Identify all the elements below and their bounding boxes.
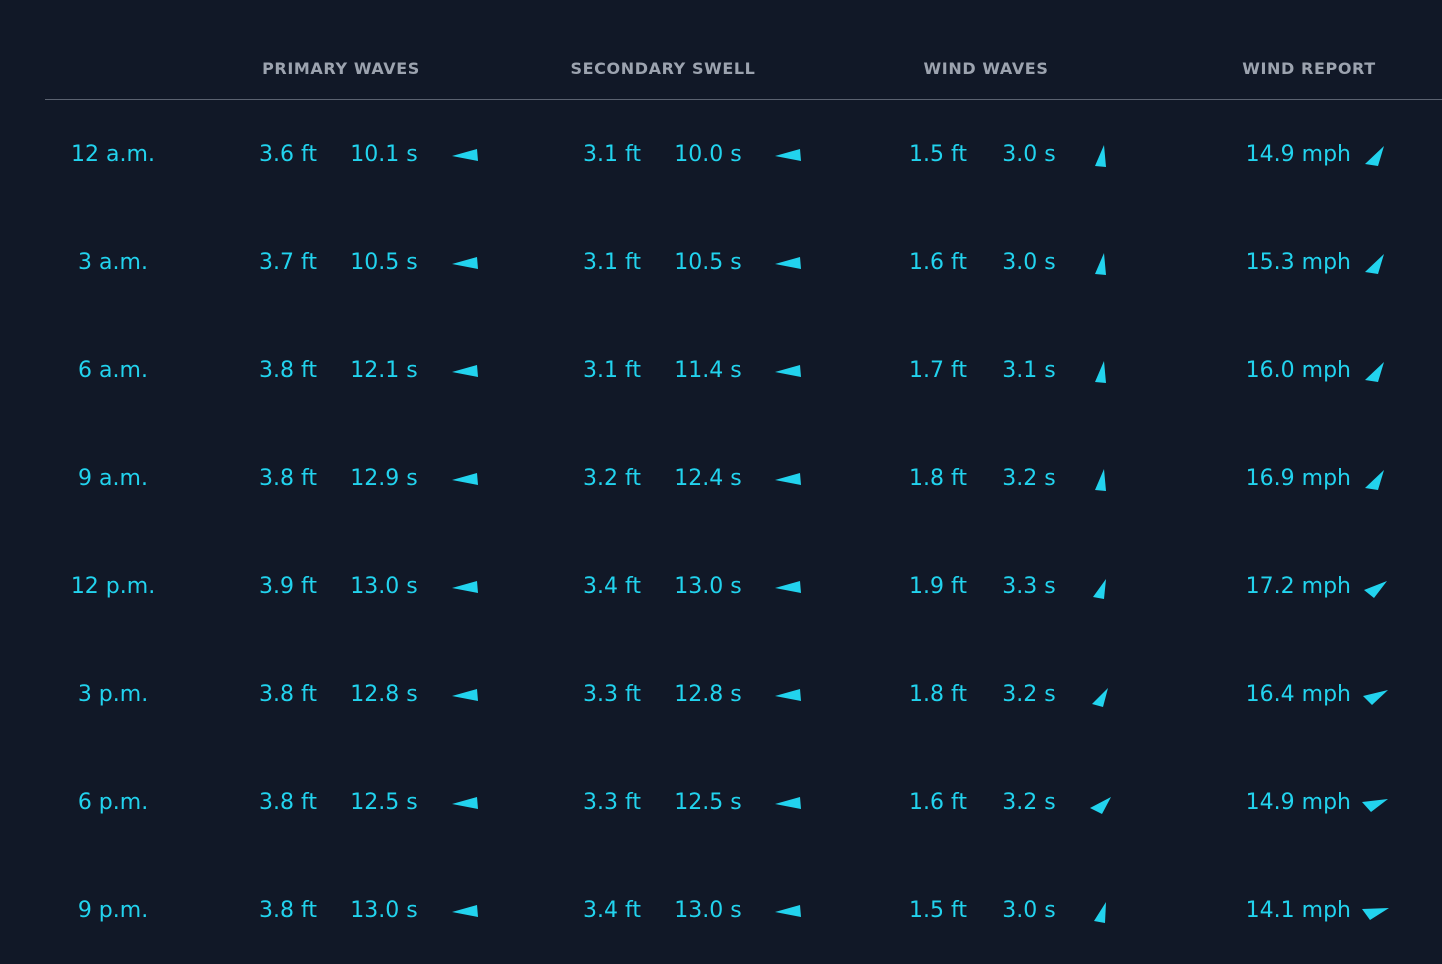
secondary-direction-arrow-icon	[773, 792, 803, 816]
windwave-direction-arrow-icon	[1086, 360, 1116, 384]
windwave-direction-arrow-icon	[1086, 144, 1116, 168]
table-row: 9 a.m. 3.8 ft 12.9 s 3.2 ft 12.4 s 1.8 f…	[0, 424, 1442, 532]
primary-direction-arrow-icon	[450, 360, 480, 384]
secondary-period: 12.8 s	[674, 682, 742, 707]
windwave-period: 3.1 s	[1002, 358, 1056, 383]
row-time: 3 p.m.	[77, 682, 149, 707]
windwave-direction-arrow-icon	[1086, 684, 1116, 708]
wind-speed: 16.4 mph	[1245, 682, 1351, 707]
windwave-period: 3.3 s	[1002, 574, 1056, 599]
windwave-period: 3.0 s	[1002, 250, 1056, 275]
wind-speed: 14.9 mph	[1245, 142, 1351, 167]
row-time: 12 p.m.	[70, 574, 156, 599]
windwave-period: 3.0 s	[1002, 142, 1056, 167]
primary-direction-arrow-icon	[450, 144, 480, 168]
windwave-direction-arrow-icon	[1086, 792, 1116, 816]
primary-direction-arrow-icon	[450, 900, 480, 924]
table-header: PRIMARY WAVES SECONDARY SWELL WIND WAVES…	[0, 0, 1442, 100]
primary-period: 10.1 s	[350, 142, 418, 167]
table-row: 12 a.m. 3.6 ft 10.1 s 3.1 ft 10.0 s 1.5 …	[0, 100, 1442, 208]
primary-period: 13.0 s	[350, 574, 418, 599]
table-row: 6 p.m. 3.8 ft 12.5 s 3.3 ft 12.5 s 1.6 f…	[0, 748, 1442, 856]
table-row: 12 p.m. 3.9 ft 13.0 s 3.4 ft 13.0 s 1.9 …	[0, 532, 1442, 640]
wind-speed: 16.9 mph	[1245, 466, 1351, 491]
wind-direction-arrow-icon	[1360, 468, 1390, 492]
wind-direction-arrow-icon	[1360, 576, 1390, 600]
primary-period: 12.1 s	[350, 358, 418, 383]
wind-direction-arrow-icon	[1360, 144, 1390, 168]
primary-direction-arrow-icon	[450, 684, 480, 708]
wind-direction-arrow-icon	[1360, 792, 1390, 816]
primary-direction-arrow-icon	[450, 468, 480, 492]
row-time: 6 p.m.	[77, 790, 149, 815]
primary-direction-arrow-icon	[450, 252, 480, 276]
windwave-period: 3.2 s	[1002, 466, 1056, 491]
windwave-period: 3.2 s	[1002, 682, 1056, 707]
secondary-direction-arrow-icon	[773, 252, 803, 276]
secondary-period: 13.0 s	[674, 574, 742, 599]
wind-direction-arrow-icon	[1360, 360, 1390, 384]
wind-direction-arrow-icon	[1360, 900, 1390, 924]
header-secondary-swell: SECONDARY SWELL	[570, 59, 756, 78]
wind-direction-arrow-icon	[1360, 684, 1390, 708]
secondary-direction-arrow-icon	[773, 576, 803, 600]
row-time: 3 a.m.	[78, 250, 148, 275]
windwave-direction-arrow-icon	[1086, 576, 1116, 600]
windwave-period: 3.0 s	[1002, 898, 1056, 923]
table-row: 6 a.m. 3.8 ft 12.1 s 3.1 ft 11.4 s 1.7 f…	[0, 316, 1442, 424]
primary-period: 13.0 s	[350, 898, 418, 923]
row-time: 9 p.m.	[77, 898, 149, 923]
row-time: 6 a.m.	[78, 358, 148, 383]
primary-direction-arrow-icon	[450, 792, 480, 816]
secondary-direction-arrow-icon	[773, 900, 803, 924]
row-time: 9 a.m.	[78, 466, 148, 491]
table-row: 3 a.m. 3.7 ft 10.5 s 3.1 ft 10.5 s 1.6 f…	[0, 208, 1442, 316]
wind-direction-arrow-icon	[1360, 252, 1390, 276]
primary-period: 12.5 s	[350, 790, 418, 815]
wind-speed: 14.1 mph	[1245, 898, 1351, 923]
secondary-direction-arrow-icon	[773, 468, 803, 492]
header-wind-waves: WIND WAVES	[923, 59, 1049, 78]
forecast-table: 12 a.m. 3.6 ft 10.1 s 3.1 ft 10.0 s 1.5 …	[0, 100, 1442, 964]
wind-speed: 15.3 mph	[1245, 250, 1351, 275]
secondary-direction-arrow-icon	[773, 144, 803, 168]
table-row: 3 p.m. 3.8 ft 12.8 s 3.3 ft 12.8 s 1.8 f…	[0, 640, 1442, 748]
header-primary-waves: PRIMARY WAVES	[262, 59, 420, 78]
windwave-direction-arrow-icon	[1086, 468, 1116, 492]
windwave-direction-arrow-icon	[1086, 252, 1116, 276]
row-time: 12 a.m.	[71, 142, 155, 167]
secondary-direction-arrow-icon	[773, 684, 803, 708]
secondary-period: 12.5 s	[674, 790, 742, 815]
secondary-direction-arrow-icon	[773, 360, 803, 384]
secondary-period: 11.4 s	[674, 358, 742, 383]
header-wind-report: WIND REPORT	[1242, 59, 1376, 78]
windwave-direction-arrow-icon	[1086, 900, 1116, 924]
secondary-period: 13.0 s	[674, 898, 742, 923]
primary-period: 10.5 s	[350, 250, 418, 275]
primary-direction-arrow-icon	[450, 576, 480, 600]
primary-period: 12.8 s	[350, 682, 418, 707]
windwave-period: 3.2 s	[1002, 790, 1056, 815]
primary-period: 12.9 s	[350, 466, 418, 491]
wind-speed: 16.0 mph	[1245, 358, 1351, 383]
secondary-period: 10.0 s	[674, 142, 742, 167]
secondary-period: 12.4 s	[674, 466, 742, 491]
secondary-period: 10.5 s	[674, 250, 742, 275]
table-row: 9 p.m. 3.8 ft 13.0 s 3.4 ft 13.0 s 1.5 f…	[0, 856, 1442, 964]
wind-speed: 14.9 mph	[1245, 790, 1351, 815]
wind-speed: 17.2 mph	[1245, 574, 1351, 599]
